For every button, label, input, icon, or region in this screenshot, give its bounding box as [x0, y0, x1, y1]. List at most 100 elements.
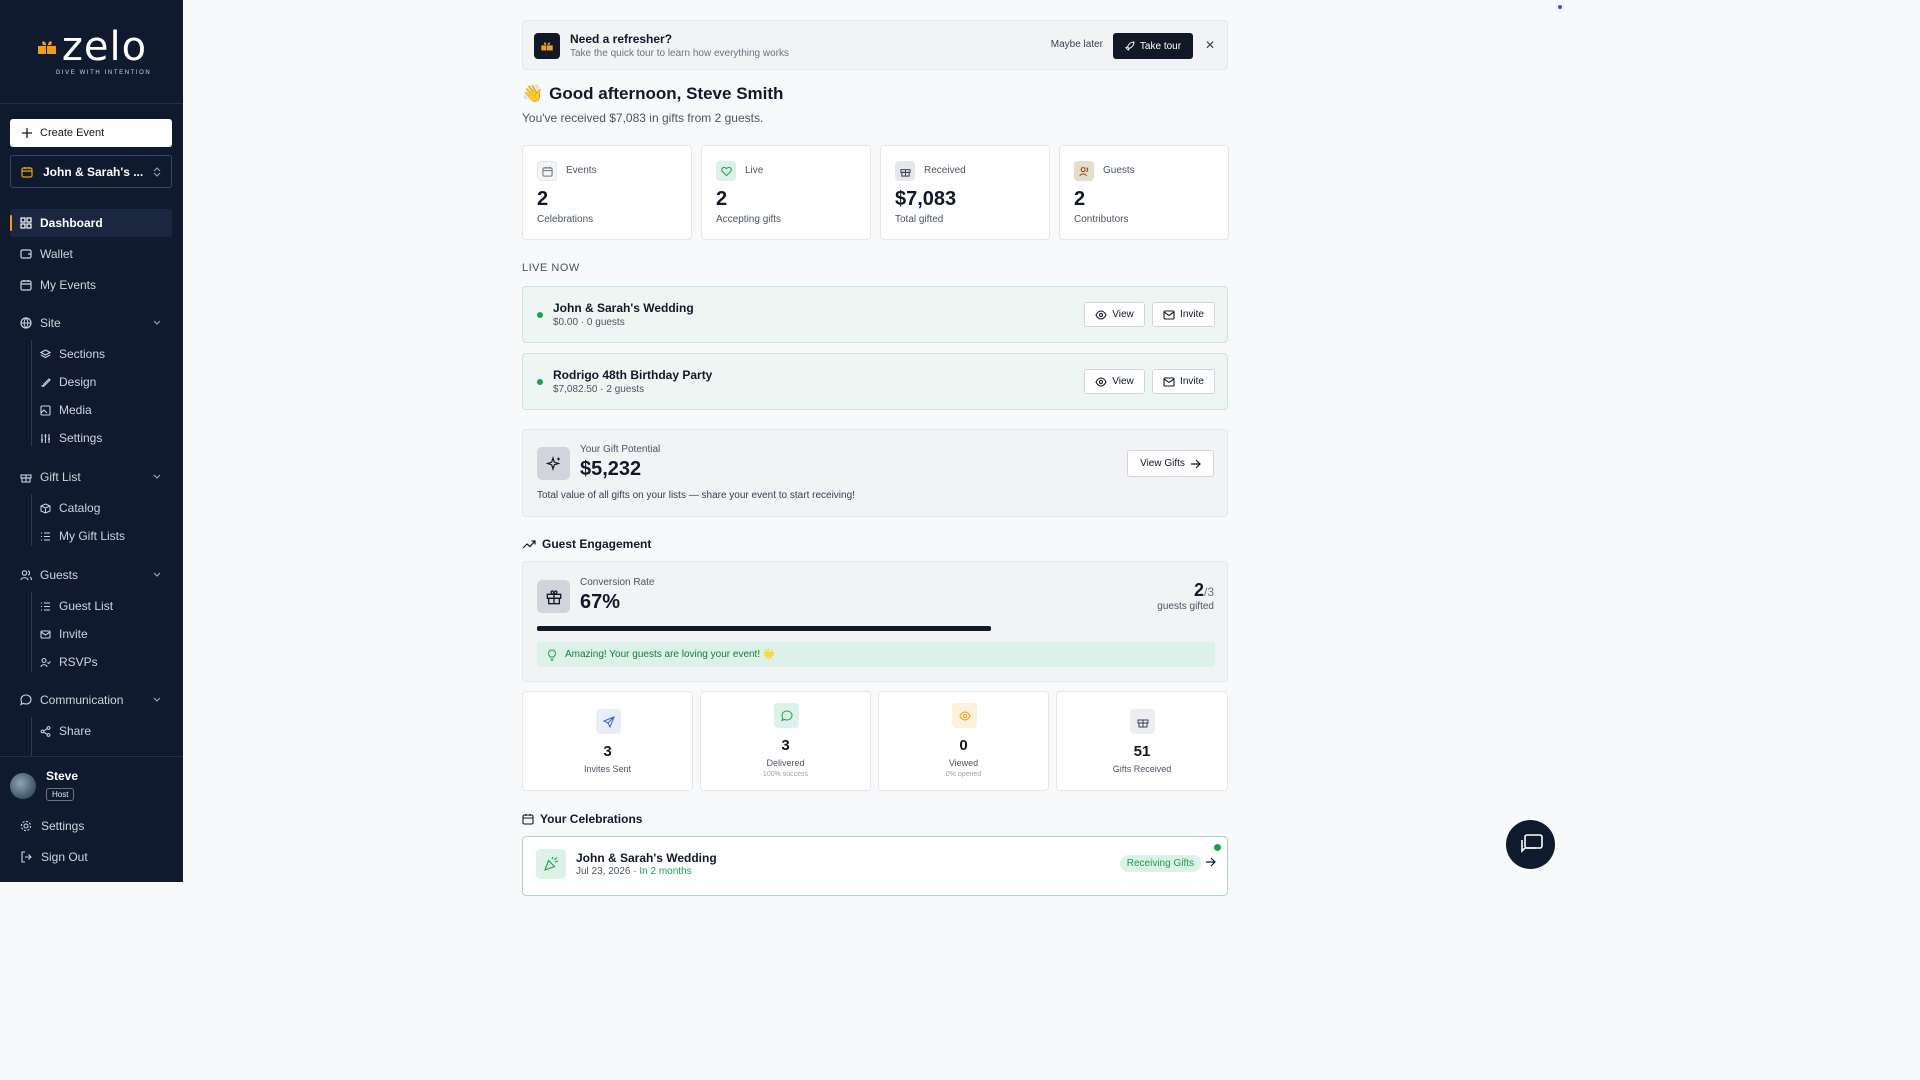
view-button[interactable]: View — [1084, 369, 1145, 394]
brand-tagline: GIVE WITH INTENTION — [55, 70, 152, 76]
stat-sub: Total gifted — [895, 214, 944, 225]
share-icon — [40, 725, 51, 737]
gift-icon — [1130, 709, 1155, 734]
live-now-heading: LIVE NOW — [522, 262, 580, 274]
gift-logo-icon — [534, 33, 560, 59]
live-indicator — [537, 379, 543, 385]
calendar-icon — [537, 161, 557, 181]
eye-icon — [952, 703, 977, 728]
guests-gifted-note: guests gifted — [1157, 601, 1214, 612]
sidebar-item-my-events[interactable]: My Events — [10, 271, 172, 299]
sidebar-item-gift-list[interactable]: Gift List — [10, 463, 172, 491]
event-selector[interactable]: John & Sarah's ... — [10, 155, 172, 188]
package-icon — [40, 502, 51, 514]
maybe-later-button[interactable]: Maybe later — [1051, 39, 1103, 50]
eye-icon — [1095, 376, 1107, 387]
submenu-divider — [31, 340, 32, 446]
sidebar-item-my-gift-lists[interactable]: My Gift Lists — [40, 524, 170, 548]
sidebar-item-catalog[interactable]: Catalog — [40, 496, 170, 520]
sidebar-item-wallet[interactable]: Wallet — [10, 240, 172, 268]
brand-name: zelo — [61, 24, 148, 70]
sign-out-label: Sign Out — [41, 850, 88, 864]
stat-sub: Accepting gifts — [716, 214, 782, 225]
mail-icon — [1163, 309, 1175, 320]
calendar-icon — [522, 814, 534, 825]
metric-card-invites-sent: 3 Invites Sent — [522, 691, 693, 791]
invite-button[interactable]: Invite — [1152, 302, 1215, 327]
sidebar-item-dashboard[interactable]: Dashboard — [10, 209, 172, 237]
stat-card-events: Events 2 Celebrations — [522, 145, 692, 240]
send-icon — [596, 709, 621, 734]
close-icon[interactable]: ✕ — [1205, 38, 1215, 52]
live-event-name: John & Sarah's Wedding — [553, 301, 694, 315]
live-event-card: Rodrigo 48th Birthday Party $7,082.50 · … — [522, 353, 1228, 410]
sidebar-item-invite[interactable]: Invite — [40, 622, 170, 646]
sign-out-link[interactable]: Sign Out — [20, 850, 88, 864]
avatar[interactable] — [10, 773, 36, 799]
brush-icon — [40, 377, 51, 387]
sidebar-item-label: Catalog — [59, 501, 101, 515]
stat-label: Guests — [1103, 165, 1135, 176]
sidebar-item-site-settings[interactable]: Settings — [40, 426, 170, 450]
layers-icon — [40, 348, 51, 358]
view-gifts-label: View Gifts — [1140, 458, 1185, 469]
engagement-message-text: Amazing! Your guests are loving your eve… — [565, 649, 776, 660]
sidebar-item-design[interactable]: Design — [40, 370, 170, 394]
chat-support-button[interactable] — [1506, 820, 1555, 869]
gift-logo-icon — [37, 41, 56, 54]
gift-potential-value: $5,232 — [580, 458, 642, 480]
sidebar-item-sections[interactable]: Sections — [40, 342, 170, 366]
create-event-button[interactable]: Create Event — [10, 119, 172, 147]
live-indicator — [1214, 844, 1221, 851]
lightbulb-icon — [547, 648, 557, 661]
invite-button[interactable]: Invite — [1152, 369, 1215, 394]
tour-banner: Need a refresher? Take the quick tour to… — [522, 20, 1228, 70]
gift-icon — [537, 580, 570, 613]
metric-value: 3 — [603, 743, 612, 760]
sidebar-item-rsvps[interactable]: RSVPs — [40, 650, 170, 674]
page-title: 👋 Good afternoon, Steve Smith — [522, 84, 783, 104]
create-event-label: Create Event — [40, 127, 105, 139]
view-label: View — [1112, 309, 1134, 320]
sidebar-item-label: Invite — [59, 627, 88, 641]
metric-value: 0 — [959, 737, 968, 754]
sidebar-item-communication[interactable]: Communication — [10, 686, 172, 714]
sidebar-item-label: Media — [59, 403, 92, 417]
sidebar-item-media[interactable]: Media — [40, 398, 170, 422]
party-popper-icon — [536, 849, 566, 879]
guests-gifted-summary: 2/3 guests gifted — [1157, 580, 1214, 612]
stat-value: 2 — [537, 188, 549, 210]
view-gifts-button[interactable]: View Gifts — [1127, 450, 1214, 477]
chevron-down-icon — [153, 474, 161, 479]
celebration-card[interactable]: John & Sarah's Wedding Jul 23, 2026 · In… — [522, 836, 1228, 896]
tour-banner-title: Need a refresher? — [570, 32, 673, 46]
arrow-right-icon[interactable] — [1205, 857, 1216, 867]
sidebar-item-guests[interactable]: Guests — [10, 561, 172, 589]
metric-sub: 0% opened — [945, 771, 982, 778]
metric-label: Delivered — [766, 758, 805, 768]
view-button[interactable]: View — [1084, 302, 1145, 327]
sidebar-footer: Steve Host Settings Sign Out — [0, 756, 183, 882]
metric-card-delivered: 3 Delivered 100% success — [700, 691, 871, 791]
sidebar-item-label: Guest List — [59, 599, 114, 613]
conversion-progress-fill — [537, 626, 992, 631]
globe-icon — [20, 317, 32, 329]
brand-logo[interactable]: zelo GIVE WITH INTENTION — [0, 0, 183, 104]
settings-label: Settings — [41, 819, 85, 833]
sidebar-item-label: RSVPs — [59, 655, 98, 669]
log-out-icon — [21, 851, 32, 863]
metric-label: Gifts Received — [1112, 764, 1172, 774]
sidebar-item-guest-list[interactable]: Guest List — [40, 594, 170, 618]
live-event-card: John & Sarah's Wedding $0.00 · 0 guests … — [522, 286, 1228, 343]
sidebar-item-site[interactable]: Site — [10, 309, 172, 337]
sidebar-item-share[interactable]: Share — [40, 719, 170, 743]
settings-link[interactable]: Settings — [20, 819, 84, 833]
list-icon — [41, 531, 50, 541]
stat-sub: Contributors — [1074, 214, 1129, 225]
mail-icon — [40, 629, 51, 639]
celebrations-title: Your Celebrations — [540, 812, 643, 826]
conversion-rate-value: 67% — [580, 591, 621, 613]
sidebar-item-label: My Gift Lists — [59, 529, 126, 543]
tour-banner-subtitle: Take the quick tour to learn how everyth… — [570, 48, 789, 59]
take-tour-button[interactable]: Take tour — [1113, 33, 1193, 59]
